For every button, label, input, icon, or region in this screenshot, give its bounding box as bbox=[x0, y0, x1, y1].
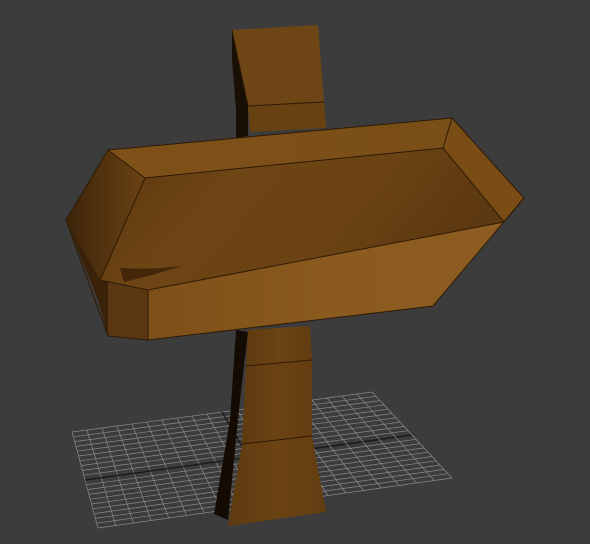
grid-line bbox=[356, 393, 435, 481]
post-top-lower bbox=[248, 102, 326, 132]
post-lower-front-2 bbox=[242, 360, 312, 444]
post-lower-front-3 bbox=[228, 436, 326, 526]
sign-left-bottom bbox=[108, 283, 148, 340]
grid-line bbox=[341, 395, 417, 484]
post-lower-front-1 bbox=[246, 326, 312, 366]
signpost-model[interactable] bbox=[65, 25, 525, 526]
3d-viewport[interactable] bbox=[0, 0, 590, 544]
viewport-canvas[interactable] bbox=[0, 0, 590, 544]
grid-line bbox=[371, 391, 453, 479]
